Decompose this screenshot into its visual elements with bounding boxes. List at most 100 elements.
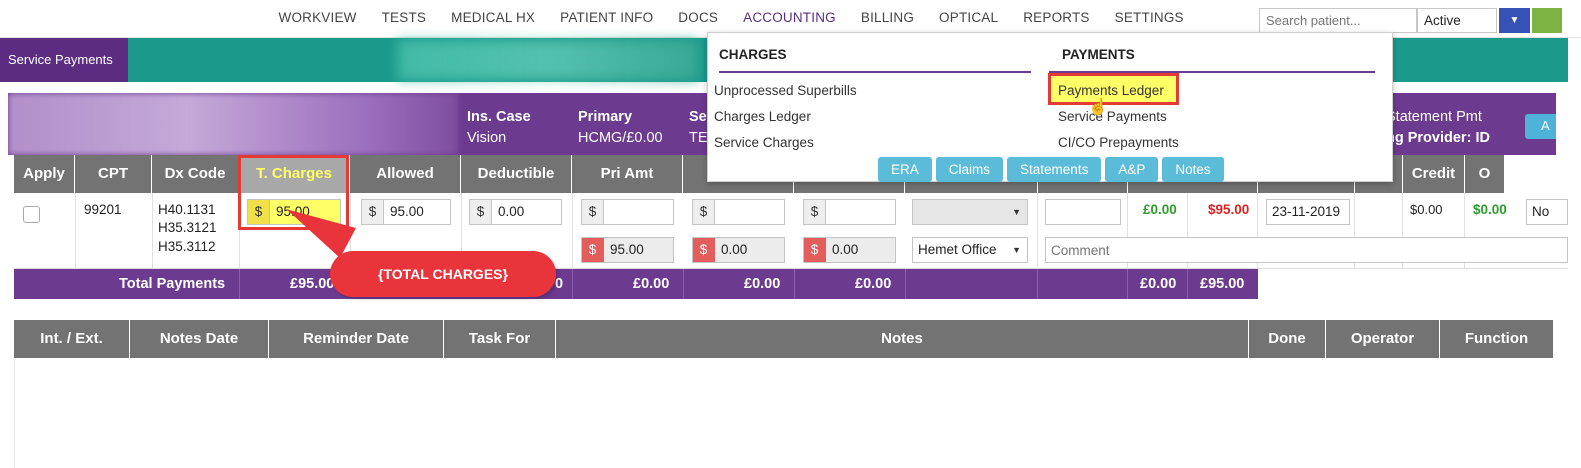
nav-medical-hx[interactable]: MEDICAL HX bbox=[439, 0, 548, 36]
header-action-button[interactable]: A bbox=[1525, 114, 1556, 139]
currency-symbol: $ bbox=[693, 238, 715, 262]
primary-value: HCMG/£0.00 bbox=[578, 130, 663, 146]
balance-green: £0.00 bbox=[1143, 202, 1177, 217]
facility-value: Hemet Office bbox=[918, 242, 997, 257]
nav-workview[interactable]: WORKVIEW bbox=[266, 0, 369, 36]
caret-down-icon: ▼ bbox=[1509, 15, 1520, 26]
credit-value: $0.00 bbox=[1473, 202, 1507, 217]
col9-input[interactable]: $ bbox=[803, 199, 896, 225]
chip-claims[interactable]: Claims bbox=[935, 157, 1004, 182]
ins-case-value: Vision bbox=[467, 130, 507, 146]
dx-code-1: H40.1131 bbox=[158, 202, 216, 217]
chip-ap[interactable]: A&P bbox=[1105, 157, 1159, 182]
statement-label: Statement Pmt bbox=[1386, 109, 1482, 125]
nav-tests[interactable]: TESTS bbox=[369, 0, 439, 36]
col9-value bbox=[826, 200, 895, 224]
menu-unprocessed-superbills[interactable]: Unprocessed Superbills bbox=[714, 83, 857, 98]
accounting-dropdown: CHARGES PAYMENTS Unprocessed Superbills … bbox=[707, 32, 1393, 182]
nav-patient-info[interactable]: PATIENT INFO bbox=[548, 0, 666, 36]
search-button[interactable] bbox=[1532, 8, 1562, 33]
statement-block: Statement Pmt ng Provider: ID bbox=[1386, 107, 1490, 149]
primary-label: Primary bbox=[578, 109, 633, 125]
total-col9: £0.00 bbox=[855, 276, 892, 292]
paid-1-input[interactable]: $ 95.00 bbox=[581, 237, 674, 263]
patient-search-input[interactable] bbox=[1259, 8, 1417, 33]
menu-charges-ledger[interactable]: Charges Ledger bbox=[714, 109, 811, 124]
col-notes: Notes bbox=[556, 320, 1249, 358]
col-int-ext: Int. / Ext. bbox=[14, 320, 130, 358]
currency-symbol: $ bbox=[804, 200, 826, 224]
allowed-input[interactable]: $ 95.00 bbox=[361, 199, 451, 225]
col-notes-date: Notes Date bbox=[130, 320, 269, 358]
paid-3-input[interactable]: $ 0.00 bbox=[803, 237, 896, 263]
secondary-label: Se bbox=[689, 109, 707, 125]
totals-row: Total Payments £95.00 0 £0.00 £0.00 £0.0… bbox=[14, 269, 1258, 299]
deductible-value: 0.00 bbox=[498, 204, 525, 219]
nav-accounting[interactable]: ACCOUNTING bbox=[730, 0, 849, 36]
cpt-code: 99201 bbox=[84, 202, 122, 217]
menu-cico-prepayments[interactable]: CI/CO Prepayments bbox=[1058, 135, 1179, 150]
deductible-input[interactable]: $ 0.00 bbox=[469, 199, 562, 225]
nav-optical[interactable]: OPTICAL bbox=[927, 0, 1011, 36]
chip-notes[interactable]: Notes bbox=[1162, 157, 1224, 182]
col-task-for: Task For bbox=[444, 320, 556, 358]
paid-3-value: 0.00 bbox=[826, 238, 895, 262]
col8-input[interactable]: $ bbox=[692, 199, 785, 225]
currency-symbol: $ bbox=[362, 200, 384, 224]
currency-symbol: $ bbox=[582, 238, 604, 262]
col-operator: Operator bbox=[1326, 320, 1440, 358]
ins-case-label: Ins. Case bbox=[467, 109, 531, 125]
dropdown-chip-row: ERA Claims Statements A&P Notes bbox=[878, 157, 1224, 182]
paid-2-input[interactable]: $ 0.00 bbox=[692, 237, 785, 263]
other-select[interactable]: No bbox=[1526, 199, 1568, 225]
col-deductible: Deductible bbox=[461, 155, 572, 193]
total-deductible: 0 bbox=[555, 276, 564, 292]
nav-settings[interactable]: SETTINGS bbox=[1102, 0, 1196, 36]
menu-payments-ledger[interactable]: Payments Ledger bbox=[1058, 83, 1164, 98]
col-reminder-date: Reminder Date bbox=[269, 320, 444, 358]
date-input[interactable]: 23-11-2019 bbox=[1266, 199, 1350, 225]
nav-docs[interactable]: DOCS bbox=[666, 0, 731, 36]
total-charges-callout: {TOTAL CHARGES} bbox=[330, 251, 556, 297]
ins-case-block: Ins. Case Vision bbox=[467, 107, 531, 149]
col-apply: Apply bbox=[14, 155, 75, 193]
balance-red: $95.00 bbox=[1208, 202, 1250, 217]
col-other: O bbox=[1465, 155, 1505, 193]
menu-service-charges[interactable]: Service Charges bbox=[714, 135, 814, 150]
comment-input[interactable] bbox=[1045, 237, 1568, 263]
chip-statements[interactable]: Statements bbox=[1007, 157, 1102, 182]
status-dropdown-button[interactable]: ▼ bbox=[1499, 8, 1530, 33]
currency-symbol: $ bbox=[470, 200, 492, 224]
total-col12: £0.00 bbox=[1140, 276, 1177, 292]
tab-service-payments[interactable]: Service Payments bbox=[0, 38, 128, 82]
chip-era[interactable]: ERA bbox=[878, 157, 932, 182]
status-select[interactable]: Active bbox=[1417, 8, 1497, 33]
provider-value: ID bbox=[1475, 130, 1490, 146]
col-cpt: CPT bbox=[75, 155, 152, 193]
dx-code-2: H35.3121 bbox=[158, 220, 217, 235]
apply-checkbox[interactable] bbox=[23, 206, 40, 223]
notes-table-header: Int. / Ext. Notes Date Reminder Date Tas… bbox=[14, 320, 1554, 358]
col11-input[interactable] bbox=[1045, 199, 1121, 225]
secondary-block: Se TE bbox=[689, 107, 708, 149]
col-pri-amt: Pri Amt bbox=[572, 155, 683, 193]
totals-label: Total Payments bbox=[119, 276, 226, 292]
nav-reports[interactable]: REPORTS bbox=[1011, 0, 1102, 36]
facility-select[interactable]: Hemet Office ▼ bbox=[912, 237, 1028, 263]
pri-amt-input[interactable]: $ bbox=[581, 199, 674, 225]
total-pri-amt: £0.00 bbox=[633, 276, 670, 292]
main-menu: WORKVIEW TESTS MEDICAL HX PATIENT INFO D… bbox=[266, 0, 1196, 36]
redacted-patient-info bbox=[8, 93, 458, 155]
currency-symbol: $ bbox=[582, 200, 604, 224]
col10-select[interactable]: ▼ bbox=[912, 199, 1028, 225]
pri-amt-value bbox=[604, 200, 673, 224]
total-col8: £0.00 bbox=[744, 276, 781, 292]
col-dx-code: Dx Code bbox=[152, 155, 239, 193]
adj-value: $0.00 bbox=[1410, 202, 1443, 217]
nav-billing[interactable]: BILLING bbox=[848, 0, 926, 36]
currency-symbol: $ bbox=[804, 238, 826, 262]
col8-value bbox=[715, 200, 784, 224]
menu-service-payments[interactable]: Service Payments bbox=[1058, 109, 1167, 124]
col-allowed: Allowed bbox=[350, 155, 461, 193]
total-t-charges: £95.00 bbox=[290, 276, 335, 292]
